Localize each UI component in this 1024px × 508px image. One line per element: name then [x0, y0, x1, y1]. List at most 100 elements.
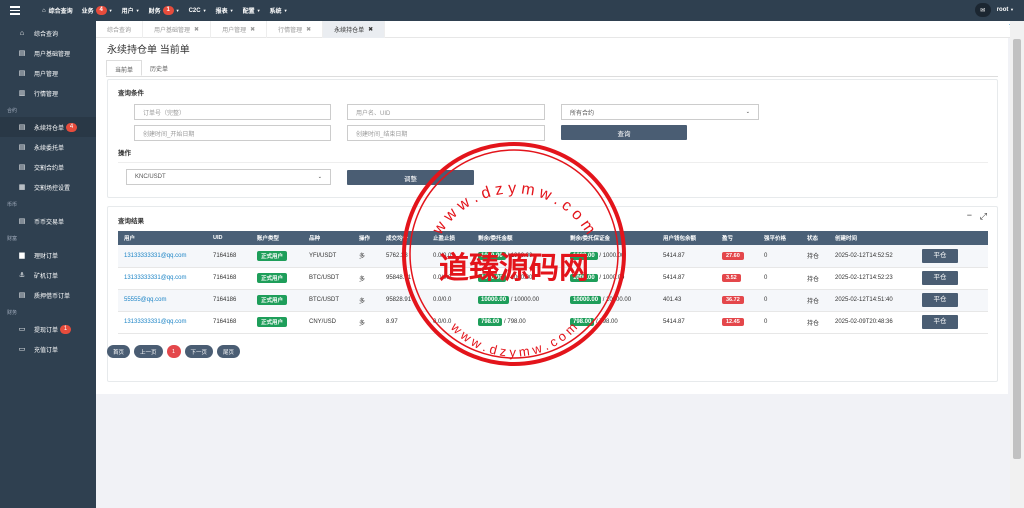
amount-cell: 1000.00 / 1000.00 — [472, 245, 564, 268]
sidebar-item-miner-orders[interactable]: ⚓ 矿机订单 — [0, 265, 96, 285]
menu-toggle-icon[interactable] — [0, 0, 30, 21]
sidebar-item-wealth-orders[interactable]: ▆ 理财订单 — [0, 245, 96, 265]
table-row: 55555@qq.com 7164186 正式用户 BTC/USDT 多 958… — [118, 289, 988, 312]
amount-remain-badge: 1000.00 — [478, 274, 506, 282]
sidebar-item-user-basic[interactable]: ▤ 用户基础管理 — [0, 43, 96, 63]
top-menu: ⌂ 综合查询 业务 4 ▼ 用户 ▼ 财务 1 ▼ C2C ▼ 报表 ▼ 配置 ▼ 系统 ▼ — [42, 0, 297, 21]
first-page-button[interactable]: 首页 — [107, 345, 131, 358]
next-page-button[interactable]: 下一页 — [184, 345, 214, 358]
sidebar-item-withdraw-orders[interactable]: ▭ 提现订单 1 — [0, 319, 96, 339]
action-cell: 平仓 — [916, 267, 988, 290]
tab-market[interactable]: 行情管理 ✖ — [267, 20, 324, 38]
price-cell: 95848.91 — [380, 267, 427, 290]
scrollbar[interactable] — [1010, 21, 1024, 508]
sidebar-item-delivery-orders[interactable]: ▤ 交割合约单 — [0, 157, 96, 177]
user-uid-input[interactable]: 用户名、UID — [347, 104, 545, 120]
contract-select[interactable]: 所有合约 ⌄ — [561, 104, 759, 120]
columns-icon: ▦ — [18, 184, 26, 191]
col-action — [916, 231, 988, 245]
sidebar-item-pledge-orders[interactable]: ▤ 质押借币订单 — [0, 285, 96, 305]
user-link[interactable]: 13133333331@qq.com — [118, 267, 207, 290]
tab-perpetual-positions[interactable]: 永续持仓单 ✖ — [323, 20, 386, 38]
sidebar-item-delivery-control[interactable]: ▦ 交割场控设置 — [0, 177, 96, 197]
top-menu-business[interactable]: 业务 4 ▼ — [82, 6, 113, 15]
sidebar-item-coin-trades[interactable]: ▤ 币币交易单 — [0, 211, 96, 231]
user-link[interactable]: 13133333331@qq.com — [118, 311, 207, 334]
caret-down-icon: ▼ — [175, 8, 180, 13]
table-row: 13133333331@qq.com 7164168 正式用户 YFI/USDT… — [118, 245, 988, 268]
subtab-history[interactable]: 历史单 — [142, 60, 176, 76]
price-cell: 5762.38 — [380, 245, 427, 268]
expand-icon[interactable]: ⤢ — [980, 211, 987, 222]
sidebar-item-user-manage[interactable]: ▤ 用户管理 — [0, 63, 96, 83]
tab-overview[interactable]: 综合查询 — [96, 20, 144, 38]
close-icon[interactable]: ✖ — [306, 26, 311, 33]
document-icon: ▤ — [18, 218, 26, 225]
col-symbol: 品种 — [303, 231, 353, 245]
search-button[interactable]: 查询 — [561, 125, 687, 140]
caret-down-icon: ▼ — [108, 8, 113, 13]
amount-remain-badge: 1000.00 — [478, 251, 506, 260]
finance-badge: 1 — [162, 6, 174, 15]
status-cell: 持仓 — [801, 245, 829, 268]
tab-user-manage[interactable]: 用户管理 ✖ — [211, 20, 268, 38]
top-menu-finance[interactable]: 财务 1 ▼ — [149, 6, 180, 15]
direction-cell: 多 — [353, 245, 380, 268]
tpsl-cell: 0.0/0.0 — [427, 289, 472, 312]
collapse-icon[interactable]: − — [967, 210, 972, 220]
amount-cell: 1000.00 / 1000.00 — [472, 267, 564, 290]
user-menu[interactable]: root ▼ — [997, 7, 1014, 13]
document-icon: ▤ — [18, 124, 26, 131]
pnl-badge: 27.60 — [722, 251, 744, 260]
account-type-badge: 正式用户 — [257, 295, 288, 305]
home-icon: ⌂ — [19, 29, 25, 37]
scrollbar-thumb[interactable] — [1013, 39, 1021, 459]
start-date-input[interactable]: 创建时间_开始日期 — [134, 125, 331, 141]
tab-user-basic[interactable]: 用户基础管理 ✖ — [143, 20, 212, 38]
chat-icon[interactable]: ✉ — [974, 3, 991, 17]
close-icon[interactable]: ✖ — [194, 26, 199, 33]
last-page-button[interactable]: 尾页 — [217, 345, 241, 358]
user-link[interactable]: 13133333331@qq.com — [118, 245, 207, 268]
top-menu-config[interactable]: 配置 ▼ — [243, 6, 261, 15]
sidebar-item-market[interactable]: ▥ 行情管理 — [0, 83, 96, 103]
symbol-cell: YFI/USDT — [303, 245, 353, 268]
close-icon[interactable]: ✖ — [368, 26, 373, 33]
close-position-button[interactable]: 平仓 — [922, 248, 958, 263]
symbol-select[interactable]: KNC/USDT ⌄ — [126, 169, 331, 185]
top-menu-home[interactable]: ⌂ 综合查询 — [42, 6, 73, 16]
current-page-button[interactable]: 1 — [166, 345, 181, 358]
amount-remain-badge: 10000.00 — [478, 296, 510, 304]
close-position-button[interactable]: 平仓 — [922, 293, 958, 307]
subtab-divider — [106, 76, 998, 77]
close-position-button[interactable]: 平仓 — [922, 315, 958, 329]
caret-down-icon: ▼ — [283, 8, 288, 13]
top-menu-reports[interactable]: 报表 ▼ — [216, 6, 234, 15]
chevron-down-icon: ⌄ — [745, 109, 750, 115]
adjust-button[interactable]: 调整 — [347, 170, 474, 185]
uid-cell: 7164186 — [207, 289, 251, 312]
top-menu-system[interactable]: 系统 ▼ — [270, 6, 288, 15]
close-icon[interactable]: ✖ — [250, 26, 255, 33]
card-icon: ▭ — [18, 326, 26, 333]
prev-page-button[interactable]: 上一页 — [134, 345, 163, 358]
sidebar-item-perpetual-orders[interactable]: ▤ 永续委托单 — [0, 137, 96, 157]
sidebar-item-recharge-orders[interactable]: ▭ 充值订单 — [0, 339, 96, 359]
liq-cell: 0 — [758, 267, 801, 290]
margin-remain-badge: 10000.00 — [570, 296, 602, 304]
business-badge: 4 — [95, 6, 107, 15]
page-tabs: 综合查询 用户基础管理✖ 用户管理✖ 行情管理✖ 永续持仓单✖ ↻ — [96, 20, 1024, 38]
top-menu-users[interactable]: 用户 ▼ — [122, 6, 140, 15]
close-position-button[interactable]: 平仓 — [922, 271, 958, 285]
table-row: 13133333331@qq.com 7164168 正式用户 BTC/USDT… — [118, 267, 988, 290]
sidebar-item-overview[interactable]: ⌂ 综合查询 — [0, 23, 96, 43]
subtab-current[interactable]: 当前单 — [106, 60, 143, 76]
sidebar-item-perpetual-positions[interactable]: ▤ 永续持仓单 4 — [0, 117, 96, 137]
end-date-input[interactable]: 创建时间_结束日期 — [347, 125, 545, 141]
positions-badge: 4 — [66, 122, 78, 132]
top-menu-c2c[interactable]: C2C ▼ — [189, 8, 207, 14]
caret-down-icon: ▼ — [1010, 7, 1014, 12]
pnl-badge: 36.72 — [722, 296, 744, 304]
user-link[interactable]: 55555@qq.com — [118, 289, 207, 312]
order-number-input[interactable]: 订单号（完整） — [134, 104, 331, 120]
